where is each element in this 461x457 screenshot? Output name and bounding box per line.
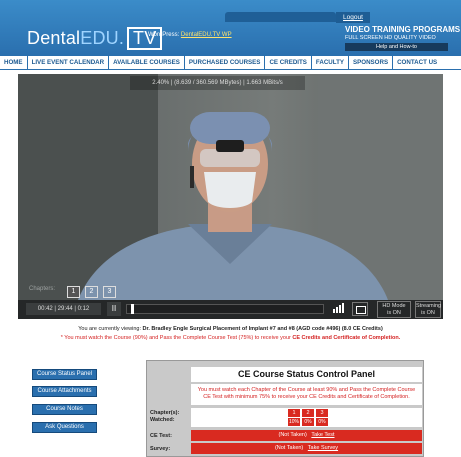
hd-mode-label: HD Mode xyxy=(382,303,406,309)
completion-warning: * You must watch the Course (90%) and Pa… xyxy=(0,335,461,341)
ce-test-status-cell: (Not Taken) Take Test xyxy=(191,430,422,441)
nav-item-purchased-courses[interactable]: PURCHASED COURSES xyxy=(185,56,266,69)
take-test-link[interactable]: Take Test xyxy=(311,432,334,438)
hd-mode-state: is ON xyxy=(387,310,401,316)
chapters-label: Chapters: xyxy=(29,286,56,292)
face-mask xyxy=(204,172,256,208)
chapter-3-percent: 0% xyxy=(316,418,328,426)
chapter-3-button[interactable]: 3 xyxy=(103,286,116,298)
wordpress-label: WordPress: xyxy=(148,32,180,38)
warning-text: * You must watch the Course (90%) and Pa… xyxy=(60,335,291,341)
take-survey-link[interactable]: Take Survey xyxy=(308,445,338,451)
download-stats: 2.40% | (8.639 / 360.569 MBytes) | 1.663… xyxy=(130,76,305,90)
ask-questions-button[interactable]: Ask Questions xyxy=(32,422,97,433)
watched-row-label: Watched: xyxy=(150,417,175,423)
panel-note-line-1: You must watch each Chapter of the Cours… xyxy=(197,387,416,393)
ce-test-row-label: CE Test: xyxy=(150,433,172,439)
ce-status-panel: CE Course Status Control Panel You must … xyxy=(146,360,424,457)
chapter-3-indicator[interactable]: 3 xyxy=(316,409,328,417)
course-status-panel-button[interactable]: Course Status Panel xyxy=(32,369,97,380)
nav-item-live-event-calendar[interactable]: LIVE EVENT CALENDAR xyxy=(28,56,110,69)
streaming-button[interactable]: Streaming is ON xyxy=(415,301,441,318)
time-display: 00:42 | 29:44 | 0:12 xyxy=(26,303,101,315)
hd-mode-button[interactable]: HD Mode is ON xyxy=(377,301,411,318)
chapter-2-percent: 0% xyxy=(302,418,314,426)
logo-text-dental: Dental xyxy=(27,28,81,48)
scrubber-handle[interactable] xyxy=(131,304,134,314)
chapter-2-button[interactable]: 2 xyxy=(85,286,98,298)
logo-text-tv: TV xyxy=(127,27,163,50)
player-controls: 00:42 | 29:44 | 0:12 II HD Mode is ON St… xyxy=(18,300,443,319)
ce-test-status: (Not Taken) xyxy=(278,432,307,438)
wordpress-link[interactable]: DentalEDU.TV WP xyxy=(181,32,232,38)
video-player[interactable]: 2.40% | (8.639 / 360.569 MBytes) | 1.663… xyxy=(18,74,443,319)
course-notes-button[interactable]: Course Notes xyxy=(32,404,97,415)
header-subtitle: FULL SCREEN HD QUALITY VIDEO xyxy=(345,35,436,41)
viewing-prefix: You are currently viewing: xyxy=(78,326,141,332)
site-header: Logout DentalEDU. TV WordPress: DentalEDU… xyxy=(0,0,461,56)
nav-item-available-courses[interactable]: AVAILABLE COURSES xyxy=(109,56,185,69)
nav-item-sponsors[interactable]: SPONSORS xyxy=(349,56,394,69)
chapter-1-indicator[interactable]: 1 xyxy=(288,409,300,417)
volume-icon[interactable] xyxy=(330,302,346,316)
streaming-state: is ON xyxy=(421,310,435,316)
warning-bold-text: CE Credits and Certificate of Completion… xyxy=(292,335,401,341)
surgical-cap-top xyxy=(190,112,270,144)
course-attachments-button[interactable]: Course Attachments xyxy=(32,386,97,397)
video-frame xyxy=(18,74,443,300)
survey-status: (Not Taken) xyxy=(274,445,304,451)
pause-button[interactable]: II xyxy=(107,302,121,316)
nav-item-home[interactable]: HOME xyxy=(0,56,28,69)
chapters-watched-cell: 1 2 3 10% 0% 0% xyxy=(191,408,422,427)
help-link[interactable]: Help and How-to xyxy=(345,43,448,51)
headlamp-strap xyxy=(190,166,194,188)
logo-text-edu: EDU. xyxy=(80,28,125,48)
nav-item-contact-us[interactable]: CONTACT US xyxy=(393,56,441,69)
progress-scrubber[interactable] xyxy=(126,304,324,314)
survey-row-label: Survey: xyxy=(150,446,171,452)
panel-title: CE Course Status Control Panel xyxy=(191,367,422,382)
loupes xyxy=(216,140,244,152)
panel-note-line-2: CE Test with minimum 75% to receive your… xyxy=(203,394,410,400)
header-title: VIDEO TRAINING PROGRAMS xyxy=(345,25,461,34)
chapters-row-label: Chapter(s): xyxy=(150,410,180,416)
nav-item-ce-credits[interactable]: CE CREDITS xyxy=(265,56,312,69)
survey-status-cell: (Not Taken) Take Survey xyxy=(191,443,422,454)
chapter-1-percent: 10% xyxy=(288,418,300,426)
nav-item-faculty[interactable]: FACULTY xyxy=(312,56,349,69)
logout-link[interactable]: Logout xyxy=(336,12,370,23)
main-nav: HOME LIVE EVENT CALENDAR AVAILABLE COURS… xyxy=(0,56,461,70)
fullscreen-icon[interactable] xyxy=(352,302,368,316)
streaming-label: Streaming xyxy=(416,303,442,309)
header-top-tab xyxy=(225,12,336,22)
panel-requirements-note: You must watch each Chapter of the Cours… xyxy=(191,384,422,405)
viewing-title: Dr. Bradley Engle Surgical Placement of … xyxy=(142,326,383,332)
chapter-1-button[interactable]: 1 xyxy=(67,286,80,298)
chapter-2-indicator[interactable]: 2 xyxy=(302,409,314,417)
wordpress-info: WordPress: DentalEDU.TV WP xyxy=(148,32,232,38)
currently-viewing: You are currently viewing: Dr. Bradley E… xyxy=(0,326,461,332)
site-logo[interactable]: DentalEDU. TV xyxy=(27,27,163,50)
